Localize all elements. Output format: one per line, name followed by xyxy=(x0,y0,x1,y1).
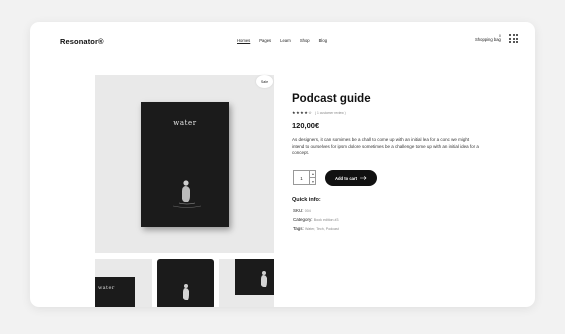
thumbnail-3-figure xyxy=(261,271,267,287)
add-to-cart-button[interactable]: Add to cart xyxy=(325,170,377,186)
tags-value[interactable]: Water, Tech, Podcast xyxy=(305,227,339,231)
grid-menu-icon[interactable] xyxy=(509,34,518,43)
figure-in-water-illustration xyxy=(172,180,202,208)
quantity-stepper[interactable]: 1 ▲ ▼ xyxy=(293,170,316,185)
main-nav: Homes Pages Learn Shop Blog xyxy=(237,38,327,43)
add-to-cart-label: Add to cart xyxy=(334,175,358,181)
product-price: 120,00€ xyxy=(292,121,320,130)
product-description: As designers, it can somimes be a chall … xyxy=(292,137,479,156)
customer-review-link[interactable]: ( 1 customer review ) xyxy=(315,111,346,115)
sku-value: 004 xyxy=(304,209,311,213)
category-row: Category: Book edition #3 xyxy=(293,217,339,222)
book-cover: water xyxy=(141,102,229,227)
chevron-down-icon: ▼ xyxy=(311,179,315,184)
rating-stars: ★ ★ ★ ★ ☆ xyxy=(292,110,313,115)
sku-label: SKU: xyxy=(293,208,304,213)
shopping-bag-link[interactable]: Shopping bag xyxy=(475,37,501,42)
arrow-right-icon xyxy=(360,176,367,180)
sku-row: SKU: 004 xyxy=(293,208,311,213)
thumbnail-2[interactable] xyxy=(157,259,214,307)
nav-item-blog[interactable]: Blog xyxy=(319,38,327,43)
brand-logo[interactable]: Resonator® xyxy=(60,37,104,46)
product-title: Podcast guide xyxy=(292,93,371,105)
nav-item-homes[interactable]: Homes xyxy=(237,38,250,43)
thumbnail-2-figure xyxy=(183,284,189,300)
sale-badge: Sale xyxy=(256,75,273,88)
nav-item-shop[interactable]: Shop xyxy=(300,38,310,43)
thumbnail-1-title: water xyxy=(98,285,115,291)
chevron-up-icon: ▲ xyxy=(311,172,315,176)
product-page-card: Resonator® Homes Pages Learn Shop Blog S… xyxy=(30,22,535,307)
quantity-increase-button[interactable]: ▲ xyxy=(309,171,316,178)
nav-item-pages[interactable]: Pages xyxy=(259,38,271,43)
thumbnail-3[interactable] xyxy=(219,259,274,307)
quantity-decrease-button[interactable]: ▼ xyxy=(309,178,316,185)
nav-item-learn[interactable]: Learn xyxy=(280,38,291,43)
cart-count-badge: 0 xyxy=(499,34,501,38)
category-value[interactable]: Book edition #3 xyxy=(314,218,339,222)
tags-row: Tags: Water, Tech, Podcast xyxy=(293,226,339,231)
quick-info-heading: Quick info: xyxy=(292,197,321,203)
star-empty-icon: ☆ xyxy=(308,110,313,115)
quantity-input[interactable]: 1 xyxy=(294,171,309,185)
tags-label: Tags: xyxy=(293,226,304,231)
thumbnail-1[interactable]: water xyxy=(95,259,152,307)
category-label: Category: xyxy=(293,217,313,222)
